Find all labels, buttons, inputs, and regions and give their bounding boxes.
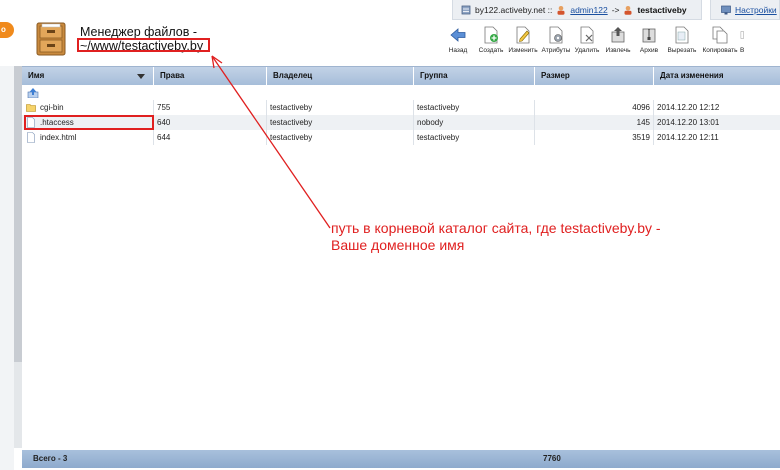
create-icon: [484, 26, 498, 44]
attributes-icon: [549, 26, 563, 44]
file-name-cell[interactable]: cgi-bin: [22, 100, 154, 115]
back-button[interactable]: Назад: [440, 26, 476, 60]
group-cell: testactiveby: [414, 130, 535, 145]
left-panel: [0, 66, 14, 470]
delete-label: Удалить: [574, 47, 600, 54]
edit-button[interactable]: Изменить: [506, 26, 540, 60]
owner-cell: testactiveby: [267, 130, 414, 145]
create-button[interactable]: Создать: [476, 26, 506, 60]
create-label: Создать: [478, 47, 504, 54]
group-cell: testactiveby: [414, 100, 535, 115]
copy-button[interactable]: Копировать: [700, 26, 740, 60]
up-folder-icon[interactable]: [27, 88, 39, 98]
perms-cell: 644: [154, 130, 267, 145]
cut-button[interactable]: Вырезать: [664, 26, 700, 60]
paste-label: В: [740, 47, 745, 54]
delete-button[interactable]: Удалить: [572, 26, 602, 60]
user-separator: ->: [611, 4, 620, 15]
column-header-owner[interactable]: Владелец: [267, 67, 414, 85]
file-name-cell[interactable]: index.html: [22, 130, 154, 145]
settings-link[interactable]: Настройки: [735, 5, 777, 15]
vertical-scrollbar-track[interactable]: [14, 362, 22, 448]
settings-monitor-icon: [721, 5, 731, 14]
paste-icon: [740, 31, 744, 39]
group-cell: nobody: [414, 115, 535, 130]
extract-label: Извлечь: [605, 47, 631, 54]
admin-user-icon: [557, 5, 565, 15]
attributes-label: Атрибуты: [541, 47, 571, 54]
toolbar: Назад Создать Изменить Атрибуты Удалить: [440, 26, 754, 60]
table-header: Имя Права Владелец Группа Размер Дата из…: [22, 66, 780, 85]
sort-desc-icon[interactable]: [137, 74, 145, 79]
back-label: Назад: [448, 47, 468, 54]
file-name[interactable]: cgi-bin: [40, 100, 64, 115]
delete-icon: [580, 26, 594, 44]
admin-user-link[interactable]: admin122: [570, 5, 607, 15]
date-cell: 2014.12.20 12:11: [657, 133, 719, 142]
htaccess-highlight-box: [24, 115, 154, 130]
edit-icon: [516, 26, 530, 44]
current-user-icon: [624, 5, 632, 15]
host-label: by122.activeby.net ::: [475, 4, 553, 15]
perms-cell: 640: [154, 115, 267, 130]
size-cell: 3519: [535, 130, 654, 145]
file-icon: [27, 132, 35, 143]
copy-icon: [712, 26, 728, 44]
size-cell: 145: [535, 115, 654, 130]
size-cell: 4096: [535, 100, 654, 115]
footer-total: Всего - 3: [33, 454, 68, 463]
column-header-name[interactable]: Имя: [22, 67, 154, 85]
paste-button[interactable]: В: [740, 26, 754, 60]
vertical-scrollbar-thumb[interactable]: [14, 66, 22, 362]
page-title-line1: Менеджер файлов -: [80, 25, 197, 39]
path-highlight-box: [77, 38, 210, 52]
date-cell: 2014.12.20 12:12: [657, 103, 720, 112]
extract-button[interactable]: Извлечь: [602, 26, 634, 60]
column-header-group[interactable]: Группа: [414, 67, 535, 85]
copy-label: Копировать: [702, 47, 738, 54]
table-row[interactable]: cgi-bin 755 testactiveby testactiveby 40…: [22, 100, 780, 115]
file-cabinet-icon: [36, 22, 66, 56]
archive-icon: [642, 28, 656, 43]
column-header-perms[interactable]: Права: [154, 67, 267, 85]
edit-label: Изменить: [508, 47, 538, 54]
parent-directory-row[interactable]: [22, 86, 780, 100]
current-user-label: testactiveby: [637, 4, 687, 15]
back-arrow-icon: [450, 28, 466, 42]
file-name[interactable]: index.html: [40, 130, 76, 145]
date-cell: 2014.12.20 13:01: [657, 118, 720, 127]
annotation-text: путь в корневой каталог сайта, где testa…: [331, 220, 751, 254]
archive-button[interactable]: Архив: [634, 26, 664, 60]
extract-icon: [611, 27, 625, 43]
user-session-bar: by122.activeby.net :: admin122 -> testac…: [452, 0, 702, 20]
owner-cell: testactiveby: [267, 115, 414, 130]
owner-cell: testactiveby: [267, 100, 414, 115]
footer-size: 7760: [543, 454, 561, 463]
column-header-date[interactable]: Дата изменения: [654, 67, 780, 85]
perms-cell: 755: [154, 100, 267, 115]
cut-icon: [675, 26, 689, 44]
archive-label: Архив: [639, 47, 659, 54]
folder-icon: [26, 104, 36, 112]
column-header-size[interactable]: Размер: [535, 67, 654, 85]
attributes-button[interactable]: Атрибуты: [540, 26, 572, 60]
server-icon: [461, 5, 471, 14]
table-footer: Всего - 3 7760: [22, 450, 780, 468]
settings-box: Настройки: [710, 0, 780, 20]
annotation-line2: Ваше доменное имя: [331, 237, 465, 253]
table-row[interactable]: index.html 644 testactiveby testactiveby…: [22, 130, 780, 145]
cut-label: Вырезать: [667, 47, 697, 54]
corner-logo[interactable]: o: [0, 22, 14, 38]
annotation-line1: путь в корневой каталог сайта, где testa…: [331, 220, 661, 236]
